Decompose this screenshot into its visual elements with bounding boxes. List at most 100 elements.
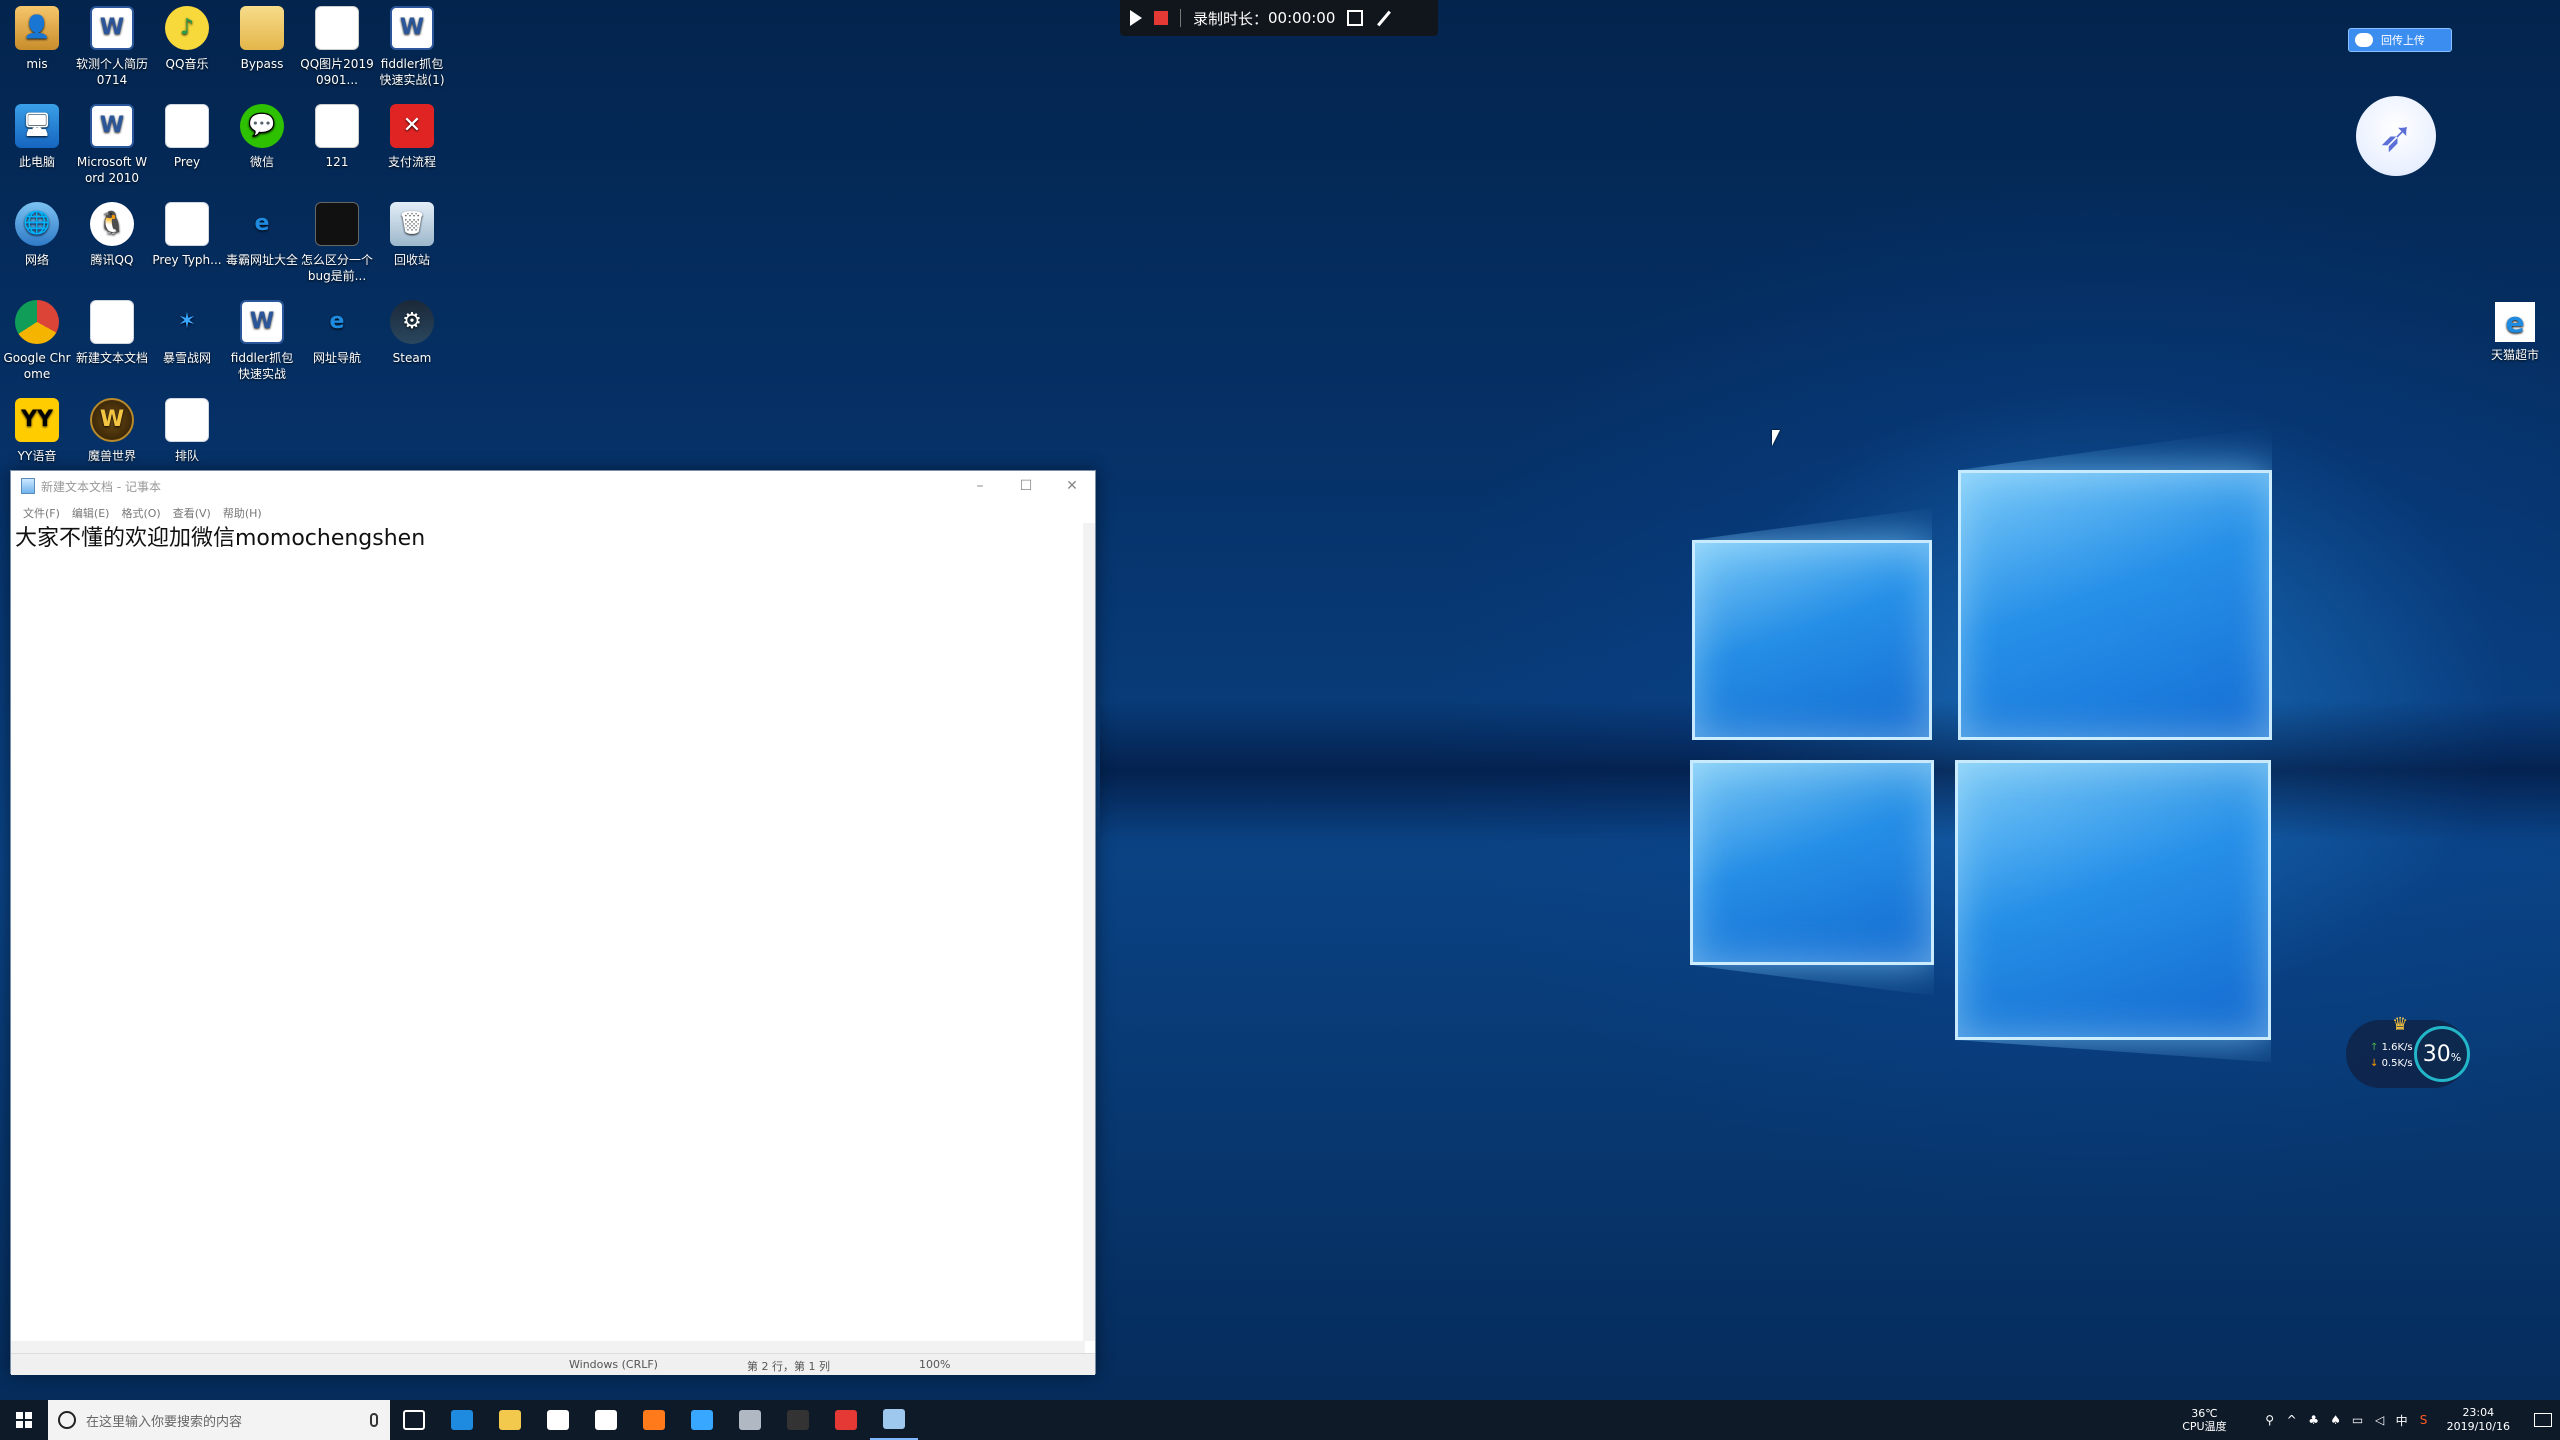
desktop-icon-label: 毒霸网址大全 [225, 253, 298, 267]
edge-icon [451, 1410, 473, 1430]
menu-help[interactable]: 帮助(H) [217, 501, 268, 523]
desktop-icon[interactable]: 🌐 网络 [0, 202, 74, 268]
desktop-icon[interactable]: e 毒霸网址大全 [225, 202, 299, 268]
start-button[interactable] [0, 1400, 48, 1440]
taskbar: 在这里输入你要搜索的内容 36℃ CPU温度 ⚲ ^ ♣ ♠ ▭ ◁ 中 S 2… [0, 1400, 2560, 1440]
desktop-icon[interactable]: 💬 微信 [225, 104, 299, 170]
taskbar-app-task-view[interactable] [390, 1400, 438, 1440]
wechat-icon: 💬 [240, 104, 284, 148]
desktop-icon-label: 排队 [174, 449, 199, 463]
desktop-icon-tmall[interactable]: e 天猫超市 [2480, 302, 2550, 363]
maximize-button[interactable]: ☐ [1003, 471, 1049, 501]
clock[interactable]: 23:04 2019/10/16 [2447, 1406, 2510, 1434]
firefox-icon [643, 1410, 665, 1430]
chrome-icon [15, 300, 59, 344]
doc-icon [90, 300, 134, 344]
ie-icon: e [254, 211, 270, 236]
tray-app-icon[interactable]: ♠ [2329, 1413, 2343, 1427]
desktop-icon[interactable]: 👤 mis [0, 6, 74, 72]
menu-edit[interactable]: 编辑(E) [66, 501, 116, 523]
status-zoom: 100% [919, 1358, 951, 1371]
desktop-icon[interactable]: 新建文本文档 [75, 300, 149, 366]
taskbar-app-battle-net[interactable] [678, 1400, 726, 1440]
windows-logo-pane [1690, 760, 1934, 965]
desktop-icon-label: Prey Typh... [152, 253, 222, 267]
status-encoding: Windows (CRLF) [569, 1358, 658, 1371]
bird-assistant-icon[interactable]: ➶ [2356, 96, 2436, 176]
taskbar-app-globe[interactable] [726, 1400, 774, 1440]
desktop-icon-label: 软测个人简历0714 [75, 57, 148, 87]
minimize-button[interactable]: – [957, 471, 1003, 501]
input-language[interactable]: 中 [2395, 1413, 2409, 1428]
taskbar-app-mail[interactable] [582, 1400, 630, 1440]
desktop-icon[interactable]: W Microsoft Word 2010 [75, 104, 149, 186]
desktop-icon[interactable]: Prey [150, 104, 224, 170]
desktop-icon[interactable]: QQ图片20190901... [300, 6, 374, 88]
desktop-icon[interactable]: ⚙ Steam [375, 300, 449, 366]
notepad-title-bar[interactable]: 新建文本文档 - 记事本 – ☐ ✕ [11, 471, 1095, 501]
microphone-icon[interactable] [370, 1413, 378, 1427]
desktop-icon[interactable]: Google Chrome [0, 300, 74, 382]
network-speed-widget[interactable]: ♛ 1.6K/s 0.5K/s 30% [2346, 1014, 2470, 1088]
desktop-icon[interactable]: Bypass [225, 6, 299, 72]
doc-icon [165, 202, 209, 246]
clock-date: 2019/10/16 [2446, 1420, 2510, 1433]
img-icon [315, 104, 359, 148]
notification-center-icon[interactable] [2534, 1413, 2552, 1427]
taskbar-search-box[interactable]: 在这里输入你要搜索的内容 [48, 1400, 390, 1440]
taskbar-app-file-explorer[interactable] [486, 1400, 534, 1440]
taskbar-app-store[interactable] [534, 1400, 582, 1440]
desktop-icon[interactable]: ✶ 暴雪战网 [150, 300, 224, 366]
menu-format[interactable]: 格式(O) [115, 501, 166, 523]
desktop-icon[interactable]: W 软测个人简历0714 [75, 6, 149, 88]
folder-icon [240, 6, 284, 50]
chevron-up-icon[interactable]: ^ [2285, 1413, 2299, 1427]
taskbar-app-terminal[interactable] [774, 1400, 822, 1440]
vertical-scrollbar[interactable] [1083, 523, 1095, 1341]
desktop-icon[interactable]: 🐧 腾讯QQ [75, 202, 149, 268]
volume-icon[interactable]: ◁ [2373, 1413, 2387, 1427]
pen-icon[interactable] [1377, 10, 1392, 26]
desktop-icon[interactable]: 🗑 回收站 [375, 202, 449, 268]
desktop-icon[interactable]: YY YY语音 [0, 398, 74, 464]
notepad-text-area[interactable]: 大家不懂的欢迎加微信momochengshen [11, 523, 1085, 1353]
desktop-icon[interactable]: Prey Typh... [150, 202, 224, 268]
desktop-icon[interactable]: Wfiddler抓包快速实战(1) [375, 6, 449, 88]
cloud-upload-button[interactable]: 回传上传 [2348, 28, 2452, 52]
menu-view[interactable]: 查看(V) [167, 501, 217, 523]
desktop-icon[interactable]: 怎么区分一个bug是前... [300, 202, 374, 284]
qqmusic-icon: ♪ [165, 6, 209, 50]
play-icon[interactable] [1130, 10, 1142, 26]
taskbar-app-notepad[interactable] [870, 1400, 918, 1440]
desktop-icon-label: 回收站 [393, 253, 430, 267]
desktop-icon[interactable]: Wfiddler抓包快速实战 [225, 300, 299, 382]
taskbar-app-pen[interactable] [822, 1400, 870, 1440]
qq-icon: 🐧 [90, 202, 134, 246]
fullscreen-icon[interactable] [1347, 10, 1364, 26]
desktop-icon[interactable]: 排队 [150, 398, 224, 464]
cpu-temperature[interactable]: 36℃ CPU温度 [2182, 1407, 2226, 1433]
desktop-icon-label: 网络 [24, 253, 49, 267]
desktop-icon[interactable]: W 魔兽世界 [75, 398, 149, 464]
tray-app-icon[interactable]: ♣ [2307, 1413, 2321, 1427]
desktop-icon[interactable]: 🖥 此电脑 [0, 104, 74, 170]
recording-duration-value: 00:00:00 [1268, 9, 1336, 27]
horizontal-scrollbar[interactable] [11, 1341, 1085, 1353]
cloud-icon [2355, 33, 2373, 47]
stop-icon[interactable] [1154, 11, 1168, 25]
search-placeholder: 在这里输入你要搜索的内容 [86, 1414, 243, 1430]
desktop-icon-label: QQ图片20190901... [300, 57, 374, 87]
network-icon[interactable]: ▭ [2351, 1413, 2365, 1427]
sogou-input-icon[interactable]: S [2417, 1413, 2431, 1427]
desktop-icon-label: 微信 [249, 155, 274, 169]
taskbar-app-edge[interactable] [438, 1400, 486, 1440]
cpu-temperature-label: CPU温度 [2182, 1420, 2227, 1433]
desktop-icon[interactable]: 121 [300, 104, 374, 170]
desktop-icon[interactable]: e 网址导航 [300, 300, 374, 366]
taskbar-app-firefox[interactable] [630, 1400, 678, 1440]
people-icon[interactable]: ⚲ [2263, 1413, 2277, 1427]
menu-file[interactable]: 文件(F) [17, 501, 66, 523]
desktop-icon[interactable]: ✕ 支付流程 [375, 104, 449, 170]
close-button[interactable]: ✕ [1049, 471, 1095, 501]
desktop-icon[interactable]: ♪ QQ音乐 [150, 6, 224, 72]
